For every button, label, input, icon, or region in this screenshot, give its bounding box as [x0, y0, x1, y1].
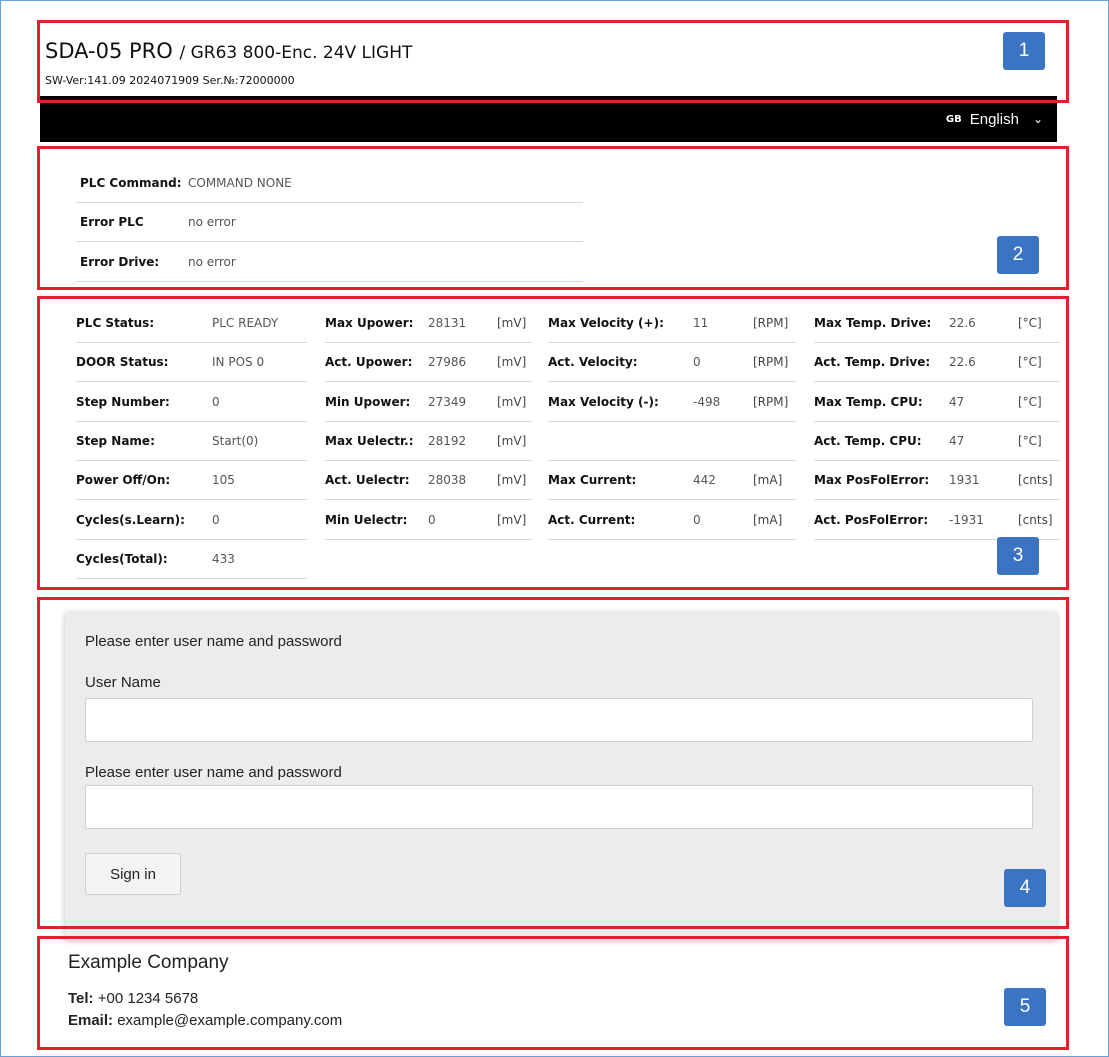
- annotation-box-3: [37, 296, 1069, 590]
- annotation-badge-3: 3: [997, 537, 1039, 575]
- chevron-down-icon: ⌄: [1032, 112, 1043, 126]
- annotation-box-5: [37, 936, 1069, 1050]
- annotation-badge-5: 5: [1004, 988, 1046, 1026]
- annotation-badge-2: 2: [997, 236, 1039, 274]
- language-selector[interactable]: GB English ⌄: [946, 111, 1043, 128]
- language-label: English: [969, 110, 1019, 128]
- annotation-box-2: [37, 146, 1069, 290]
- flag-icon: GB: [945, 113, 962, 125]
- annotation-badge-1: 1: [1003, 32, 1045, 70]
- annotation-box-4: [37, 597, 1069, 929]
- annotation-box-1: [37, 20, 1069, 103]
- annotation-badge-4: 4: [1004, 869, 1046, 907]
